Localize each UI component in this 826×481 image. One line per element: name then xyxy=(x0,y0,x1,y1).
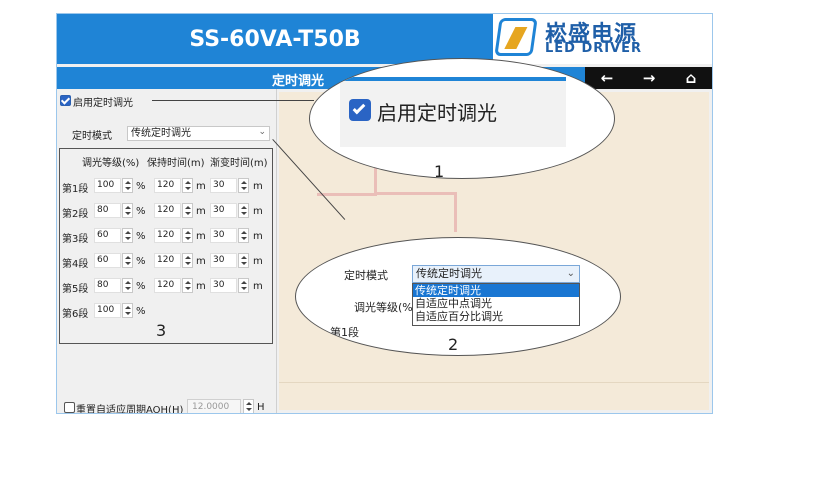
fade-input[interactable]: 30 xyxy=(210,253,237,268)
hold-stepper[interactable] xyxy=(182,278,193,293)
unit-percent: % xyxy=(136,281,146,292)
enable-timer-checkbox[interactable] xyxy=(60,95,71,106)
hold-stepper[interactable] xyxy=(182,178,193,193)
fade-input[interactable]: 30 xyxy=(210,203,237,218)
fade-stepper[interactable] xyxy=(238,278,249,293)
hold-input[interactable]: 120 xyxy=(154,278,181,293)
aoh-unit: H xyxy=(257,402,265,413)
callout-pointer xyxy=(152,100,314,101)
level-stepper[interactable] xyxy=(122,178,133,193)
aoh-input[interactable]: 12.0000 xyxy=(187,399,241,413)
timer-settings-panel: 启用定时调光 定时模式 传统定时调光 ⌄ 调光等级(%) 保持时间(m) 渐变时… xyxy=(57,89,277,414)
chart-curve xyxy=(377,192,457,232)
callout-enable-label: 启用定时调光 xyxy=(377,101,497,125)
unit-minute: m xyxy=(196,181,206,192)
aoh-stepper[interactable] xyxy=(243,399,254,413)
unit-minute: m xyxy=(196,231,206,242)
hold-stepper[interactable] xyxy=(182,228,193,243)
unit-percent: % xyxy=(136,206,146,217)
unit-minute: m xyxy=(196,206,206,217)
dropdown-option[interactable]: 自适应百分比调光 xyxy=(413,310,579,323)
level-input[interactable]: 100 xyxy=(94,178,121,193)
segment-label: 第5段 xyxy=(62,284,89,295)
device-title: SS-60VA-T50B xyxy=(189,26,361,52)
fade-input[interactable]: 30 xyxy=(210,278,237,293)
hold-stepper[interactable] xyxy=(182,253,193,268)
segment-rows: 第1段 100% 120 m 30 m 第2段 80% 120 m 30 m 第3段 60% 120 m 30 m… xyxy=(60,149,272,339)
fade-input[interactable]: 30 xyxy=(210,178,237,193)
level-input[interactable]: 100 xyxy=(94,303,121,318)
level-stepper[interactable] xyxy=(122,203,133,218)
level-stepper[interactable] xyxy=(122,228,133,243)
logo-brand-en: LED DRIVER xyxy=(545,41,643,56)
reset-aoh-label: 重置自适应周期AOH(H) xyxy=(76,405,184,414)
check-icon xyxy=(349,99,371,121)
callout-mode-label: 定时模式 xyxy=(344,269,388,282)
unit-percent: % xyxy=(136,231,146,242)
segment-label: 第6段 xyxy=(62,309,89,320)
chevron-down-icon: ⌄ xyxy=(258,127,266,137)
level-stepper[interactable] xyxy=(122,253,133,268)
unit-minute: m xyxy=(196,281,206,292)
mode-select[interactable]: 传统定时调光 ⌄ xyxy=(127,126,270,141)
dropdown-option[interactable]: 传统定时调光 xyxy=(413,284,579,297)
unit-minute: m xyxy=(253,231,263,242)
logo-mark-icon xyxy=(494,18,538,56)
fade-stepper[interactable] xyxy=(238,228,249,243)
forward-arrow-icon[interactable]: → xyxy=(629,67,669,89)
segment-label: 第3段 xyxy=(62,234,89,245)
mode-label: 定时模式 xyxy=(72,131,112,142)
fade-stepper[interactable] xyxy=(238,203,249,218)
level-input[interactable]: 80 xyxy=(94,203,121,218)
callout-dropdown-list: 传统定时调光 自适应中点调光 自适应百分比调光 xyxy=(412,283,580,326)
dropdown-option[interactable]: 自适应中点调光 xyxy=(413,297,579,310)
section-title: 定时调光 xyxy=(271,74,324,89)
nav-bar: ← → ⌂ xyxy=(585,67,712,89)
segment-label: 第2段 xyxy=(62,209,89,220)
callout-partial-row: 第1段 xyxy=(330,326,359,339)
callout-select-value: 传统定时调光 xyxy=(416,267,482,280)
unit-percent: % xyxy=(136,256,146,267)
unit-minute: m xyxy=(253,206,263,217)
callout-partial-header: 调光等级(% xyxy=(354,301,413,314)
segment-label: 第1段 xyxy=(62,184,89,195)
enable-timer-label: 启用定时调光 xyxy=(73,98,133,109)
level-stepper[interactable] xyxy=(122,278,133,293)
hold-input[interactable]: 120 xyxy=(154,253,181,268)
unit-minute: m xyxy=(196,256,206,267)
hold-stepper[interactable] xyxy=(182,203,193,218)
unit-minute: m xyxy=(253,281,263,292)
level-input[interactable]: 80 xyxy=(94,278,121,293)
callout-mode-select[interactable]: 传统定时调光 ⌄ xyxy=(412,265,580,283)
level-input[interactable]: 60 xyxy=(94,228,121,243)
hold-input[interactable]: 120 xyxy=(154,178,181,193)
segment-label: 第4段 xyxy=(62,259,89,270)
home-icon[interactable]: ⌂ xyxy=(671,67,711,89)
header-bar: SS-60VA-T50B xyxy=(57,14,493,64)
callout-mode-dropdown: 定时模式 传统定时调光 ⌄ 传统定时调光 自适应中点调光 自适应百分比调光 调光… xyxy=(295,237,621,356)
callout-enable-timer: 启用定时调光 1 xyxy=(309,58,615,179)
unit-minute: m xyxy=(253,181,263,192)
level-stepper[interactable] xyxy=(122,303,133,318)
chart-axis xyxy=(279,382,709,383)
fade-input[interactable]: 30 xyxy=(210,228,237,243)
back-arrow-icon[interactable]: ← xyxy=(587,67,627,89)
reset-aoh-checkbox[interactable] xyxy=(64,402,75,413)
callout-number-2: 2 xyxy=(448,335,459,354)
brand-logo: 崧盛电源 LED DRIVER xyxy=(493,14,712,64)
hold-input[interactable]: 120 xyxy=(154,228,181,243)
fade-stepper[interactable] xyxy=(238,178,249,193)
callout-number-3: 3 xyxy=(156,321,167,340)
mode-select-value: 传统定时调光 xyxy=(131,128,191,139)
hold-input[interactable]: 120 xyxy=(154,203,181,218)
unit-percent: % xyxy=(136,306,146,317)
callout-number-1: 1 xyxy=(434,162,445,179)
level-input[interactable]: 60 xyxy=(94,253,121,268)
chevron-down-icon: ⌄ xyxy=(566,268,575,279)
fade-stepper[interactable] xyxy=(238,253,249,268)
segment-table: 调光等级(%) 保持时间(m) 渐变时间(m) 第1段 100% 120 m 30 m 第2… xyxy=(59,148,273,344)
unit-percent: % xyxy=(136,181,146,192)
unit-minute: m xyxy=(253,256,263,267)
